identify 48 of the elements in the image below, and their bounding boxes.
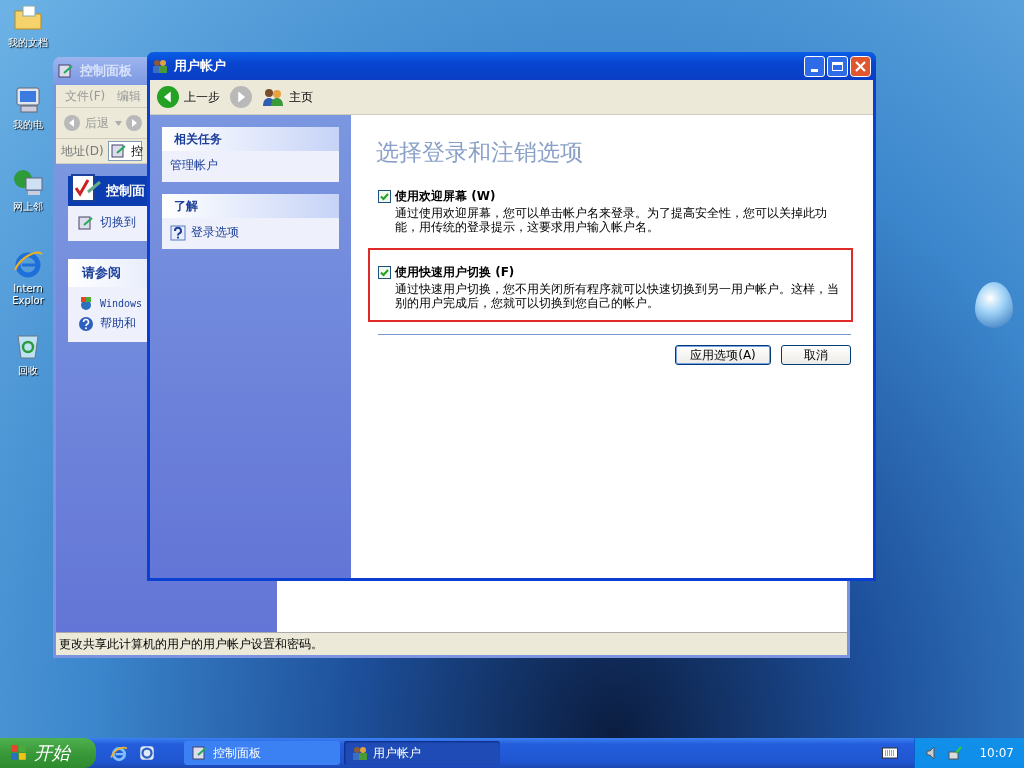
maximize-button[interactable] — [827, 55, 848, 77]
task-link[interactable]: 登录选项 — [191, 224, 239, 241]
window-title: 控制面板 — [80, 62, 132, 80]
checklist-icon — [70, 172, 102, 204]
panel-title: 相关任务 — [162, 127, 339, 151]
control-panel-icon[interactable] — [78, 214, 94, 231]
option-label[interactable]: 使用快速用户切换 (F) — [395, 264, 515, 281]
task-link[interactable]: 管理帐户 — [170, 157, 218, 174]
home-button[interactable]: 主页 — [260, 86, 315, 108]
status-bar: 更改共享此计算机的用户的用户帐户设置和密码。 — [56, 632, 847, 655]
page-heading: 选择登录和注销选项 — [376, 138, 584, 167]
windows-logo-icon[interactable] — [78, 295, 94, 311]
panel-title: 请参阅 — [82, 264, 121, 282]
control-panel-icon — [192, 745, 208, 761]
panel-title: 控制面 — [106, 182, 145, 200]
users-icon — [262, 88, 284, 106]
network-icon[interactable] — [947, 745, 964, 761]
minimize-button[interactable] — [804, 55, 825, 77]
dialog-button[interactable]: 取消 — [781, 345, 851, 365]
window-title: 用户帐户 — [174, 57, 226, 75]
start-button[interactable]: 开始 — [0, 738, 96, 768]
checkbox[interactable] — [378, 266, 391, 279]
taskbar-button[interactable]: 用户帐户 — [344, 741, 500, 765]
windows-logo-icon — [10, 744, 28, 762]
checkbox[interactable] — [378, 190, 391, 203]
keyboard-icon[interactable] — [882, 747, 899, 759]
panel-title: 了解 — [162, 194, 339, 218]
task-link[interactable]: 帮助和 — [100, 315, 136, 332]
taskbar-button[interactable]: 控制面板 — [184, 741, 340, 765]
task-link[interactable]: Windows — [100, 297, 143, 309]
help-icon[interactable] — [170, 224, 186, 241]
close-button[interactable] — [850, 55, 871, 77]
control-panel-icon — [110, 143, 127, 159]
clock: 10:07 — [979, 746, 1014, 760]
option-description: 通过快速用户切换，您不用关闭所有程序就可以快速切换到另一用户帐户。这样，当别的用户完成后，您就可以切换到您自己的帐户。 — [395, 282, 840, 310]
help-icon[interactable] — [78, 315, 94, 332]
back-button[interactable]: 上一步 — [155, 84, 222, 110]
option-description: 通过使用欢迎屏幕，您可以单击帐户名来登录。为了提高安全性，您可以关掉此功能，用传统的登录提示，这要求用户输入帐户名。 — [395, 206, 828, 234]
browser-icon[interactable] — [110, 744, 128, 762]
dialog-button[interactable]: 应用选项(A) — [675, 345, 771, 365]
users-icon — [152, 58, 168, 74]
address-field[interactable]: 控 — [107, 141, 142, 161]
control-panel-icon — [58, 63, 74, 79]
task-link[interactable]: 切换到 — [100, 214, 136, 231]
option-label[interactable]: 使用欢迎屏幕 (W) — [395, 188, 496, 205]
address-label: 地址(D) — [61, 142, 104, 160]
users-icon — [352, 745, 368, 761]
water-drop-icon — [975, 282, 1013, 328]
